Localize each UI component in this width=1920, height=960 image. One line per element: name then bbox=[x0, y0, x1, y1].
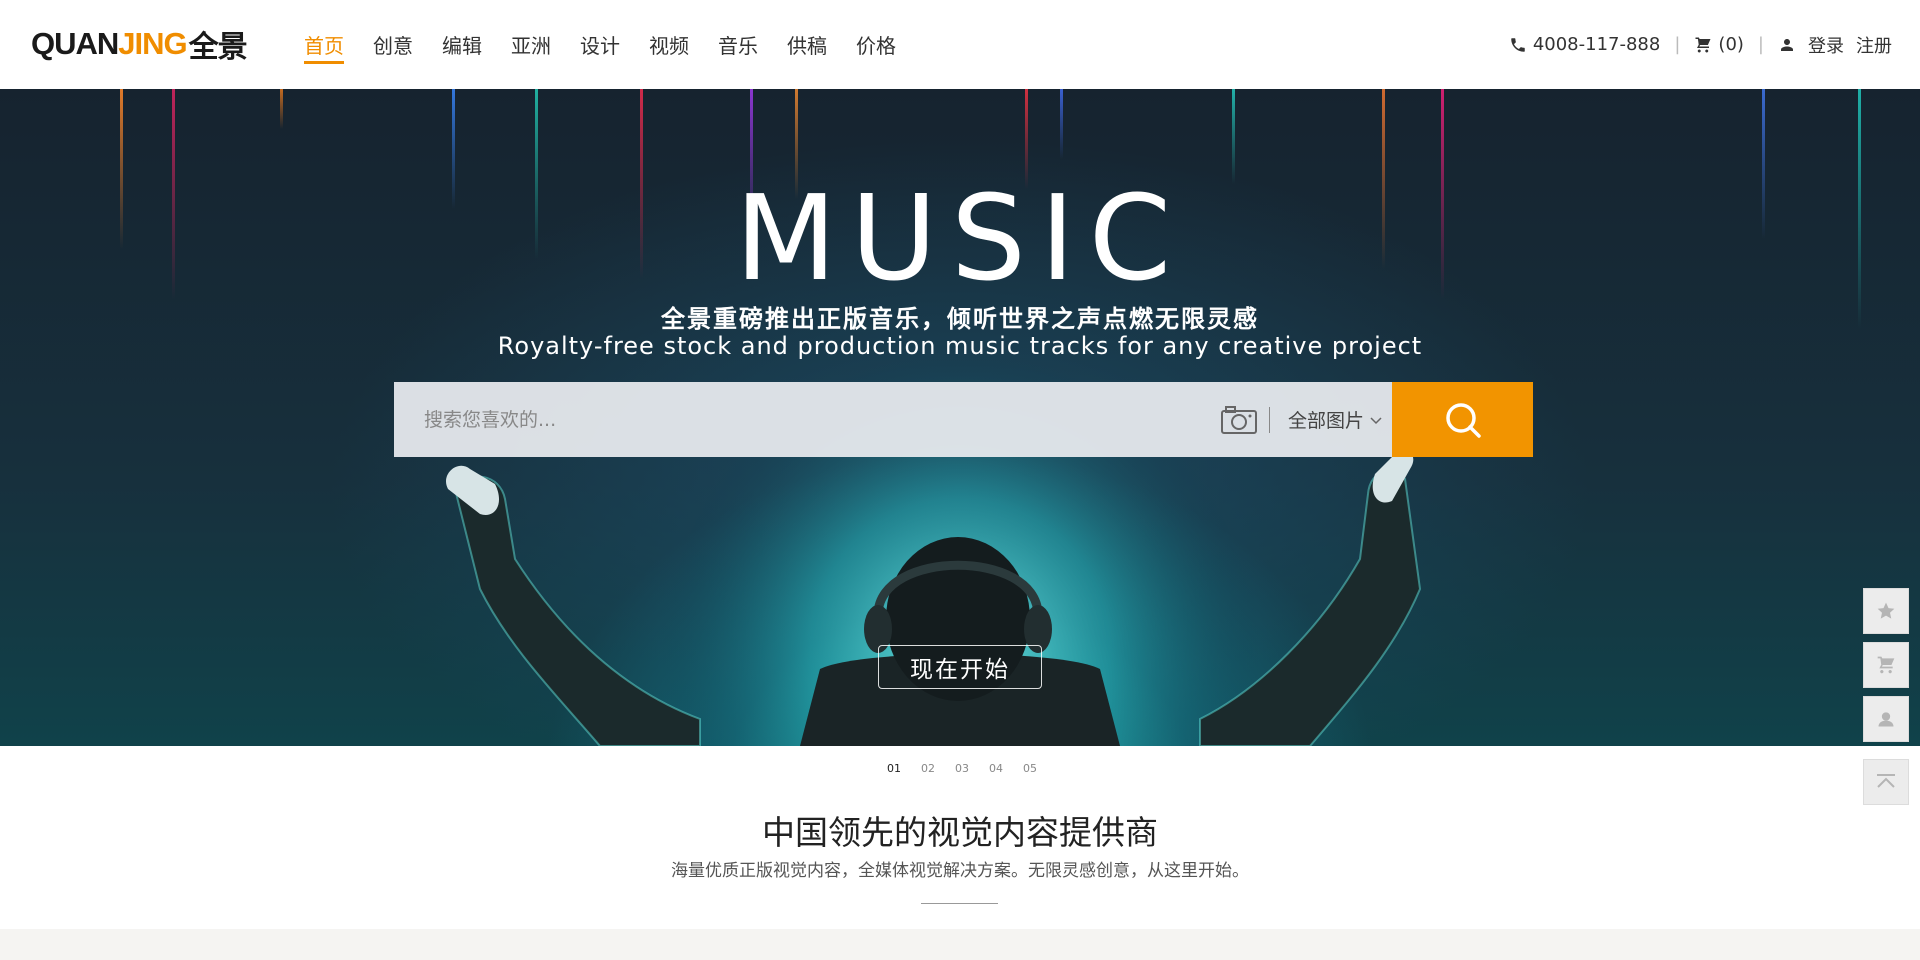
pager-dot[interactable]: 05 bbox=[1023, 762, 1037, 775]
customer-service-button[interactable] bbox=[1863, 696, 1909, 742]
search-box: 全部图片 bbox=[394, 382, 1392, 457]
divider: | bbox=[1757, 34, 1764, 55]
search-scope-label: 全部图片 bbox=[1287, 410, 1364, 432]
login-link[interactable]: 登录 bbox=[1808, 32, 1844, 58]
divider bbox=[1268, 406, 1270, 433]
search-input[interactable] bbox=[394, 382, 1221, 457]
arrow-up-icon bbox=[1877, 774, 1895, 788]
quanjing-logo[interactable]: QUAN JING 全景 bbox=[31, 26, 248, 64]
camera-search-icon[interactable] bbox=[1220, 405, 1257, 434]
pager-dot[interactable]: 03 bbox=[955, 762, 969, 775]
header-right: 4008-117-888 | (0) | 登录 注册 bbox=[1509, 0, 1892, 89]
cart-link[interactable]: (0) bbox=[1694, 34, 1744, 55]
nav-item-editorial[interactable]: 编辑 bbox=[442, 0, 482, 89]
nav-item-home[interactable]: 首页 bbox=[304, 0, 344, 89]
main-nav: 首页 创意 编辑 亚洲 设计 视频 音乐 供稿 价格 bbox=[304, 0, 925, 89]
nav-item-contribute[interactable]: 供稿 bbox=[787, 0, 827, 89]
side-cart-button[interactable] bbox=[1863, 642, 1909, 688]
carousel-pager: 01 02 03 04 05 bbox=[0, 762, 1920, 775]
chevron-down-icon bbox=[1370, 416, 1382, 424]
logo-text-cn: 全景 bbox=[188, 31, 248, 64]
search-button[interactable] bbox=[1392, 382, 1533, 457]
phone-icon bbox=[1511, 37, 1525, 52]
logo-text-quan: QUAN bbox=[31, 26, 119, 61]
top-header: QUAN JING 全景 首页 创意 编辑 亚洲 设计 视频 音乐 供稿 价格 40… bbox=[0, 0, 1920, 89]
nav-item-asia[interactable]: 亚洲 bbox=[511, 0, 551, 89]
phone-number: 4008-117-888 bbox=[1532, 34, 1661, 55]
side-toolbar-bottom bbox=[1863, 759, 1909, 805]
nav-item-creative[interactable]: 创意 bbox=[373, 0, 413, 89]
intro-section: 01 02 03 04 05 中国领先的视觉内容提供商 海量优质正版视觉内容，全… bbox=[0, 746, 1920, 929]
search-scope-select[interactable]: 全部图片 bbox=[1288, 406, 1382, 433]
nav-item-design[interactable]: 设计 bbox=[580, 0, 620, 89]
favorites-button[interactable] bbox=[1863, 588, 1909, 634]
pager-dot[interactable]: 02 bbox=[921, 762, 935, 775]
nav-item-pricing[interactable]: 价格 bbox=[856, 0, 896, 89]
hero-title: MUSIC bbox=[734, 169, 1186, 307]
intro-underline bbox=[921, 903, 998, 904]
search-icon bbox=[1445, 402, 1481, 438]
start-now-button[interactable]: 现在开始 bbox=[878, 645, 1042, 689]
intro-title: 中国领先的视觉内容提供商 bbox=[762, 813, 1158, 852]
hero-subtitle-en: Royalty-free stock and production music … bbox=[497, 332, 1423, 360]
user-icon bbox=[1781, 38, 1793, 51]
intro-description: 海量优质正版视觉内容，全媒体视觉解决方案。无限灵感创意，从这里开始。 bbox=[671, 861, 1249, 881]
side-toolbar bbox=[1863, 588, 1909, 742]
back-to-top-button[interactable] bbox=[1863, 759, 1909, 805]
pager-dot[interactable]: 04 bbox=[989, 762, 1003, 775]
nav-item-video[interactable]: 视频 bbox=[649, 0, 689, 89]
customer-service-icon bbox=[1878, 712, 1894, 727]
hero-subtitle-cn: 全景重磅推出正版音乐，倾听世界之声点燃无限灵感 bbox=[661, 305, 1259, 333]
cart-count: (0) bbox=[1718, 34, 1744, 55]
pager-dot[interactable]: 01 bbox=[887, 762, 901, 775]
hero-banner[interactable]: MUSIC 全景重磅推出正版音乐，倾听世界之声点燃无限灵感 Royalty-fr… bbox=[0, 89, 1920, 746]
cart-icon bbox=[1877, 656, 1895, 674]
register-link[interactable]: 注册 bbox=[1856, 32, 1892, 58]
nav-item-music[interactable]: 音乐 bbox=[718, 0, 758, 89]
footer-band bbox=[0, 929, 1920, 960]
star-icon bbox=[1877, 602, 1895, 619]
logo-text-jing: JING bbox=[118, 26, 187, 61]
search-bar: 全部图片 bbox=[394, 382, 1533, 457]
divider: | bbox=[1674, 34, 1681, 55]
cart-icon bbox=[1695, 37, 1711, 52]
